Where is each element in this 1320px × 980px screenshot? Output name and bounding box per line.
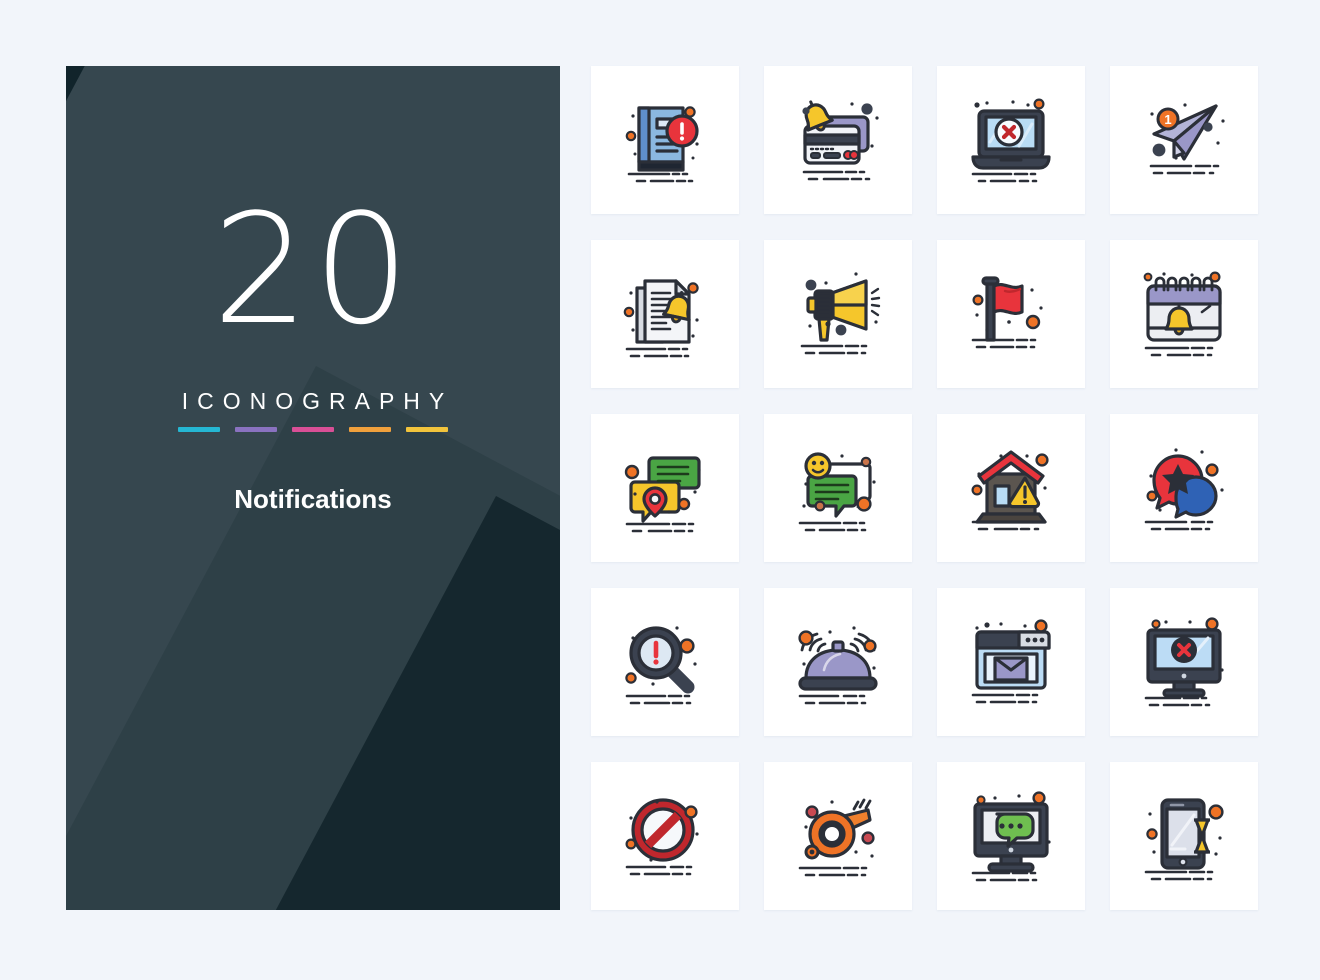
browser-email-icon — [971, 619, 1051, 704]
icon-tile-document-bell-icon[interactable] — [591, 240, 739, 388]
smartphone-hourglass-icon — [1144, 798, 1224, 881]
icon-tile-paper-plane-badge-icon[interactable]: 1 — [1110, 66, 1258, 214]
chat-smiley-icon — [798, 452, 876, 532]
laptop-error-icon — [971, 98, 1051, 183]
icon-tile-chat-location-icon[interactable] — [591, 414, 739, 562]
color-bar-4 — [349, 427, 391, 432]
icon-tile-smartphone-hourglass-icon[interactable] — [1110, 762, 1258, 910]
book-alert-icon — [625, 106, 699, 183]
icon-tile-book-alert-icon[interactable] — [591, 66, 739, 214]
icon-tile-block-sign-icon[interactable] — [591, 762, 739, 910]
icon-tile-calendar-bell-icon[interactable] — [1110, 240, 1258, 388]
icon-tile-red-flag-icon[interactable] — [937, 240, 1085, 388]
house-warning-icon — [971, 450, 1049, 531]
chat-star-icon — [1144, 448, 1224, 531]
paper-plane-badge-count: 1 — [1164, 112, 1171, 127]
color-bar-1 — [178, 427, 220, 432]
calendar-bell-icon — [1143, 271, 1222, 357]
icon-tile-reception-bell-icon[interactable] — [764, 588, 912, 736]
cover-panel: 20 ICONOGRAPHY Notifications — [66, 66, 560, 910]
magnifier-alert-icon — [625, 626, 697, 705]
paper-plane-badge-icon: 1 — [1149, 103, 1225, 175]
icon-tile-magnifier-alert-icon[interactable] — [591, 588, 739, 736]
color-bars — [178, 427, 448, 432]
whistle-icon — [798, 798, 875, 877]
icon-tile-chat-star-icon[interactable] — [1110, 414, 1258, 562]
icon-grid: 1 — [591, 66, 1258, 911]
color-bar-3 — [292, 427, 334, 432]
monitor-chat-icon — [971, 791, 1051, 882]
document-bell-icon — [623, 279, 699, 358]
icon-tile-house-warning-icon[interactable] — [937, 414, 1085, 562]
color-bar-2 — [235, 427, 277, 432]
icon-tile-browser-email-icon[interactable] — [937, 588, 1085, 736]
red-flag-icon — [971, 276, 1043, 349]
chat-location-icon — [624, 456, 701, 533]
icon-tile-credit-card-bell-icon[interactable] — [764, 66, 912, 214]
icon-tile-laptop-error-icon[interactable] — [937, 66, 1085, 214]
monitor-error-icon — [1144, 617, 1224, 707]
icon-tile-megaphone-icon[interactable] — [764, 240, 912, 388]
icon-tile-monitor-error-icon[interactable] — [1110, 588, 1258, 736]
icon-count: 20 — [212, 181, 414, 358]
reception-bell-icon — [798, 626, 878, 705]
icon-tile-monitor-chat-icon[interactable] — [937, 762, 1085, 910]
block-sign-icon — [625, 798, 699, 876]
iconography-label: ICONOGRAPHY — [181, 388, 454, 414]
pack-subject: Notifications — [234, 484, 392, 514]
color-bar-5 — [406, 427, 448, 432]
credit-card-bell-icon — [802, 100, 879, 181]
icon-tile-chat-smiley-icon[interactable] — [764, 414, 912, 562]
icon-tile-whistle-icon[interactable] — [764, 762, 912, 910]
megaphone-icon — [800, 272, 881, 355]
